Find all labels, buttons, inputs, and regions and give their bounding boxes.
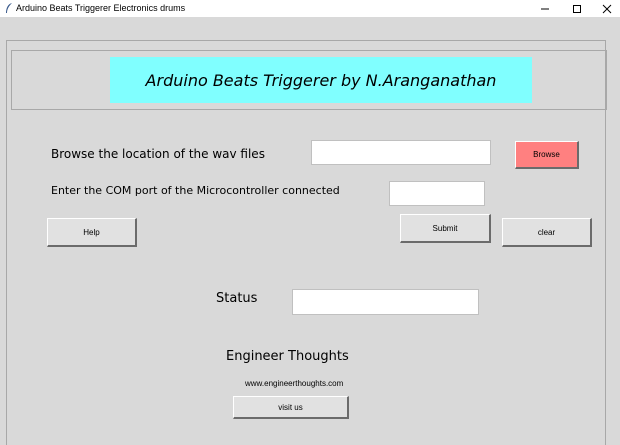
window-title: Arduino Beats Triggerer Electronics drum… [16,3,186,13]
footer-heading: Engineer Thoughts [226,349,349,364]
browse-label: Browse the location of the wav files [51,147,265,161]
status-label: Status [216,291,258,306]
close-button[interactable] [592,0,620,17]
submit-button[interactable]: Submit [400,214,491,243]
status-field [292,289,479,315]
help-button[interactable]: Help [47,218,137,247]
clear-button[interactable]: clear [502,218,592,247]
com-port-label: Enter the COM port of the Microcontrolle… [51,184,340,197]
visit-us-button[interactable]: visit us [233,396,349,419]
wav-path-input[interactable] [311,140,491,165]
browse-button[interactable]: Browse [515,141,579,169]
footer-url: www.engineerthoughts.com [245,379,344,388]
minimize-button[interactable] [530,0,560,17]
minimize-icon [541,8,549,9]
feather-icon [6,3,12,13]
banner-title: Arduino Beats Triggerer by N.Aranganatha… [110,57,532,103]
maximize-icon [573,4,581,13]
com-port-input[interactable] [389,181,485,206]
title-bar: Arduino Beats Triggerer Electronics drum… [0,0,620,17]
close-icon [602,4,612,13]
maximize-button[interactable] [562,0,592,17]
